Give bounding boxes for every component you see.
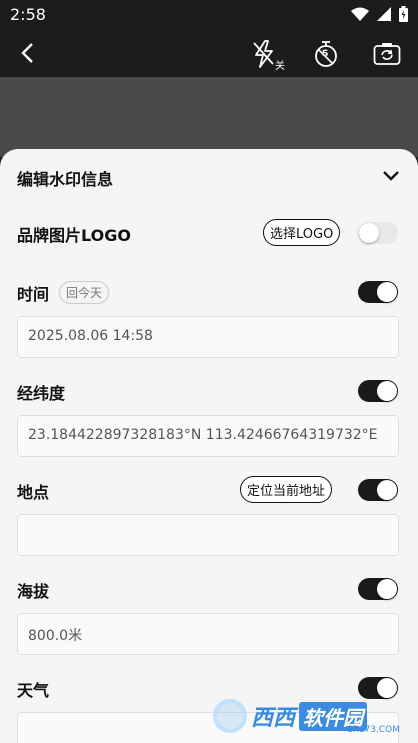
- back-arrow-icon: [21, 43, 33, 63]
- coords-row: 经纬度: [0, 371, 418, 411]
- watermark-circle-icon: [213, 699, 247, 733]
- time-field[interactable]: 2025.08.06 14:58: [17, 316, 399, 358]
- flash-off-icon: [253, 40, 274, 68]
- site-watermark-logo: 西西 软件园 CR173.COM: [213, 697, 408, 735]
- coords-label: 经纬度: [17, 384, 66, 403]
- camera-preview[interactable]: [0, 77, 418, 157]
- chevron-down-icon: [383, 171, 399, 181]
- flash-off-label: 关: [275, 61, 285, 72]
- wifi-icon: [351, 7, 369, 21]
- coords-toggle[interactable]: [358, 380, 398, 402]
- sheet-title: 编辑水印信息: [17, 170, 114, 189]
- status-time: 2:58: [10, 5, 46, 24]
- sheet-header: 编辑水印信息: [0, 149, 418, 205]
- weather-label: 天气: [17, 681, 50, 700]
- battery-icon: [399, 6, 408, 22]
- location-row: 地点 定位当前地址: [0, 470, 418, 510]
- timer-label: S: [322, 49, 329, 59]
- camera-toolbar: 关 S: [0, 30, 418, 77]
- location-toggle[interactable]: [358, 479, 398, 501]
- flash-toggle-button[interactable]: 关: [247, 38, 285, 72]
- watermark-text-1: 西西: [251, 706, 296, 731]
- location-field[interactable]: [17, 514, 399, 556]
- logo-label: 品牌图片LOGO: [17, 226, 131, 245]
- switch-camera-icon: [373, 43, 401, 65]
- collapse-button[interactable]: [378, 163, 404, 189]
- status-icons: [351, 6, 408, 22]
- location-label: 地点: [17, 483, 50, 502]
- time-row: 时间 回今天: [0, 272, 418, 312]
- toggle-knob: [359, 223, 379, 243]
- locate-current-address-button[interactable]: 定位当前地址: [240, 476, 333, 503]
- back-to-today-chip[interactable]: 回今天: [59, 281, 110, 304]
- signal-icon: [377, 7, 391, 21]
- toggle-knob: [377, 678, 397, 698]
- altitude-field[interactable]: 800.0米: [17, 613, 399, 655]
- toggle-knob: [377, 282, 397, 302]
- select-logo-button[interactable]: 选择LOGO: [263, 219, 341, 246]
- altitude-toggle[interactable]: [358, 578, 398, 600]
- weather-toggle[interactable]: [358, 677, 398, 699]
- logo-row: 品牌图片LOGO 选择LOGO: [0, 213, 418, 253]
- coords-field[interactable]: 23.184422897328183°N 113.42466764319732°…: [17, 415, 399, 457]
- toggle-knob: [377, 480, 397, 500]
- back-button[interactable]: [12, 38, 42, 68]
- toggle-knob: [377, 579, 397, 599]
- time-toggle[interactable]: [358, 281, 398, 303]
- switch-camera-button[interactable]: [370, 38, 404, 70]
- watermark-url: CR173.COM: [346, 725, 400, 735]
- altitude-row: 海拔: [0, 569, 418, 609]
- status-bar: 2:58: [0, 0, 418, 30]
- timer-button[interactable]: S: [309, 38, 343, 70]
- time-label: 时间: [17, 285, 50, 304]
- altitude-label: 海拔: [17, 582, 50, 601]
- watermark-edit-sheet: 编辑水印信息 品牌图片LOGO 选择LOGO 时间 回今天 2025.08.06…: [0, 149, 418, 743]
- toggle-knob: [377, 381, 397, 401]
- logo-toggle[interactable]: [358, 222, 398, 244]
